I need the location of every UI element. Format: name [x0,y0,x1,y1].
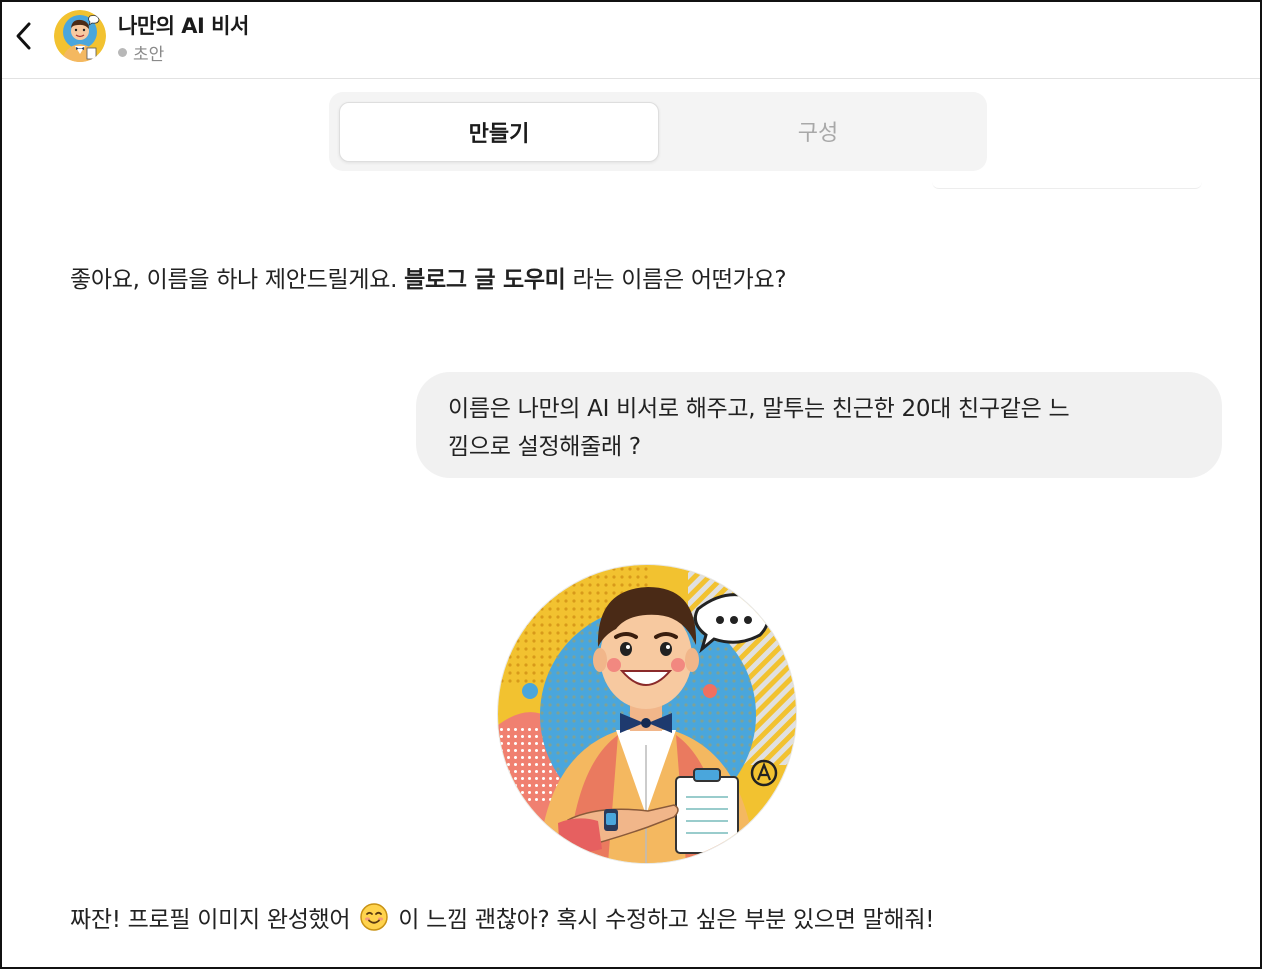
assistant-message: 짜잔! 프로필 이미지 완성했어 이 느낌 괜찮아? 혹시 수정하고 싶은 부분… [70,900,934,934]
status-dot-icon [118,48,127,57]
previous-message-edge [932,182,1202,189]
user-message-bubble: 이름은 나만의 AI 비서로 해주고, 말투는 친근한 20대 친구같은 느 낌… [416,372,1222,478]
chat-window: 나만의 AI 비서 초안 만들기 구성 좋아요, 이름을 하나 제안드릴게요. … [0,0,1262,969]
user-message-line: 이름은 나만의 AI 비서로 해주고, 말투는 친근한 20대 친구같은 느 [448,396,1070,422]
suggested-name: 블로그 글 도우미 [404,267,566,293]
mode-tabs: 만들기 구성 [329,92,987,171]
chevron-left-icon [16,22,31,50]
header-avatar [54,10,106,62]
message-text: 이 느낌 괜찮아? 혹시 수정하고 싶은 부분 있으면 말해줘! [398,907,935,933]
tab-configure[interactable]: 구성 [659,102,977,160]
tab-create[interactable]: 만들기 [339,102,659,162]
assistant-message: 좋아요, 이름을 하나 제안드릴게요. 블로그 글 도우미 라는 이름은 어떤가… [70,260,787,294]
user-message-line: 낌으로 설정해줄래 ? [448,434,641,460]
smiling-face-emoji-icon [360,903,389,931]
message-text: 라는 이름은 어떤가요? [565,267,787,293]
message-text: 짜잔! 프로필 이미지 완성했어 [70,907,351,933]
status-label: 초안 [133,45,165,65]
message-text: 좋아요, 이름을 하나 제안드릴게요. [70,267,405,293]
back-button[interactable] [8,18,40,54]
generated-profile-image[interactable] [498,565,796,863]
header-bar: 나만의 AI 비서 초안 [2,2,1260,79]
assistant-name: 나만의 AI 비서 [118,14,249,38]
draft-status: 초안 [118,40,164,65]
